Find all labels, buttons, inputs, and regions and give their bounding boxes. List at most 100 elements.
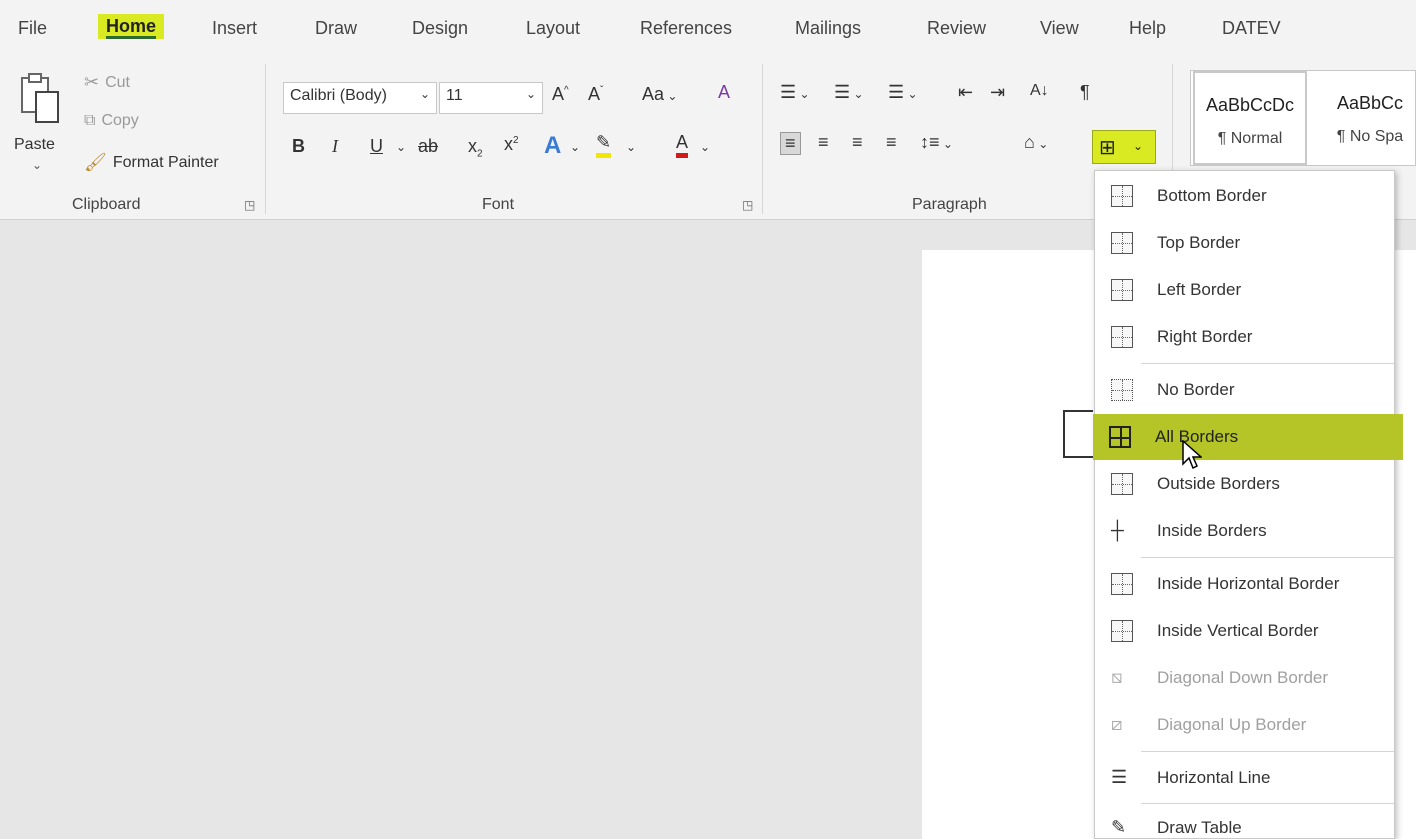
menu-separator xyxy=(1141,363,1394,364)
format-painter-button[interactable]: 🖌 Format Painter xyxy=(84,152,219,173)
bottom-border-icon xyxy=(1111,185,1133,207)
align-right-icon[interactable]: ≡ xyxy=(852,132,863,153)
menu-item-right-border[interactable]: Right Border xyxy=(1095,314,1394,360)
bullets-icon[interactable]: ☰ ⌄ xyxy=(780,82,810,103)
highlight-color-icon[interactable]: ✎ xyxy=(596,132,612,158)
clear-formatting-icon[interactable]: A xyxy=(718,82,730,103)
font-dialog-launcher-icon[interactable]: ◳ xyxy=(742,198,753,212)
shrink-font-icon[interactable]: Aˇ xyxy=(588,84,603,105)
borders-button[interactable]: ⊞ ⌄ xyxy=(1092,130,1156,164)
tab-layout[interactable]: Layout xyxy=(526,18,580,39)
multilevel-list-icon[interactable]: ☰ ⌄ xyxy=(888,82,918,103)
chevron-down-icon: ⌄ xyxy=(1133,139,1144,153)
chevron-down-icon[interactable]: ⌄ xyxy=(700,140,710,154)
inside-vertical-border-icon xyxy=(1111,620,1133,642)
menu-item-label: Draw Table xyxy=(1157,818,1242,837)
menu-item-inside-borders[interactable]: ┼ Inside Borders xyxy=(1095,508,1394,554)
menu-separator xyxy=(1141,803,1394,804)
shading-icon[interactable]: ⌂ ⌄ xyxy=(1024,132,1048,153)
tab-view[interactable]: View xyxy=(1040,18,1079,39)
inside-horizontal-border-icon xyxy=(1111,573,1133,595)
style-no-spacing[interactable]: AaBbCc ¶ No Spa xyxy=(1313,71,1416,165)
all-borders-icon xyxy=(1109,426,1131,448)
chevron-down-icon: ⌄ xyxy=(664,89,678,103)
tab-design[interactable]: Design xyxy=(412,18,468,39)
change-case-button[interactable]: Aa ⌄ xyxy=(642,84,677,105)
style-name: ¶ Normal xyxy=(1217,130,1283,147)
menu-item-left-border[interactable]: Left Border xyxy=(1095,267,1394,313)
menu-item-horizontal-line[interactable]: ☰ Horizontal Line xyxy=(1095,755,1394,801)
paste-button[interactable]: Paste ⌄ xyxy=(14,66,70,176)
menu-item-label: Left Border xyxy=(1157,280,1242,299)
font-size-dropdown[interactable]: 11 ⌄ xyxy=(439,82,543,114)
menu-item-top-border[interactable]: Top Border xyxy=(1095,220,1394,266)
cut-label: Cut xyxy=(105,73,130,91)
copy-icon: ⧉ xyxy=(84,112,96,129)
all-borders-icon: ⊞ xyxy=(1099,137,1116,159)
menu-item-label: Horizontal Line xyxy=(1157,768,1271,787)
menu-item-label: Top Border xyxy=(1157,233,1241,252)
tab-mailings[interactable]: Mailings xyxy=(795,18,861,39)
tab-file[interactable]: File xyxy=(18,18,47,39)
menu-item-diagonal-down-border[interactable]: ⧅ Diagonal Down Border xyxy=(1095,655,1394,701)
sort-icon[interactable]: A↓ xyxy=(1030,82,1049,100)
styles-gallery: AaBbCcDc ¶ Normal AaBbCc ¶ No Spa xyxy=(1190,70,1416,166)
text-effects-icon[interactable]: A xyxy=(544,132,561,160)
grow-font-icon[interactable]: A^ xyxy=(552,84,569,105)
clipboard-dialog-launcher-icon[interactable]: ◳ xyxy=(244,198,255,212)
show-formatting-marks-icon[interactable]: ¶ xyxy=(1080,82,1090,103)
menu-item-label: Bottom Border xyxy=(1157,186,1267,205)
tab-home[interactable]: Home xyxy=(98,14,165,39)
clipboard-group-label: Clipboard xyxy=(72,196,141,213)
chevron-down-icon[interactable]: ⌄ xyxy=(626,140,636,154)
italic-icon[interactable]: I xyxy=(332,136,338,157)
style-sample: AaBbCcDc xyxy=(1205,95,1295,115)
change-case-label: Aa xyxy=(642,84,665,104)
justify-icon[interactable]: ≡ xyxy=(886,132,897,153)
tab-insert[interactable]: Insert xyxy=(212,18,257,39)
group-divider xyxy=(762,64,763,214)
menu-separator xyxy=(1141,751,1394,752)
menu-item-outside-borders[interactable]: Outside Borders xyxy=(1095,461,1394,507)
borders-dropdown-menu: Bottom Border Top Border Left Border Rig… xyxy=(1093,170,1403,839)
top-border-icon xyxy=(1111,232,1133,254)
style-normal[interactable]: AaBbCcDc ¶ Normal xyxy=(1193,71,1307,165)
cut-button[interactable]: ✂ Cut xyxy=(84,72,130,93)
align-left-icon[interactable]: ≡ xyxy=(780,132,801,155)
subscript-icon[interactable]: x2 xyxy=(468,136,483,160)
line-spacing-icon[interactable]: ↕≡ ⌄ xyxy=(920,132,953,153)
menu-item-inside-vertical-border[interactable]: Inside Vertical Border xyxy=(1095,608,1394,654)
draw-table-icon: ✎ xyxy=(1111,817,1127,837)
menu-item-inside-horizontal-border[interactable]: Inside Horizontal Border xyxy=(1095,561,1394,607)
font-name-dropdown[interactable]: Calibri (Body) ⌄ xyxy=(283,82,437,114)
underline-icon[interactable]: U xyxy=(370,136,383,157)
menu-item-diagonal-up-border[interactable]: ⧄ Diagonal Up Border xyxy=(1095,702,1394,748)
bold-icon[interactable]: B xyxy=(292,136,305,157)
menu-item-label: Outside Borders xyxy=(1157,474,1280,493)
tab-references[interactable]: References xyxy=(640,18,732,39)
tab-review[interactable]: Review xyxy=(927,18,986,39)
menu-item-all-borders[interactable]: All Borders xyxy=(1093,414,1403,460)
tab-help[interactable]: Help xyxy=(1129,18,1166,39)
menu-item-draw-table[interactable]: ✎ Draw Table xyxy=(1095,805,1394,839)
tab-datev[interactable]: DATEV xyxy=(1222,18,1281,39)
copy-button[interactable]: ⧉ Copy xyxy=(84,112,139,130)
numbering-icon[interactable]: ☰ ⌄ xyxy=(834,82,864,103)
strikethrough-icon[interactable]: ab xyxy=(418,136,438,157)
diagonal-up-border-icon: ⧄ xyxy=(1111,714,1123,734)
tab-draw[interactable]: Draw xyxy=(315,18,357,39)
increase-indent-icon[interactable]: ⇥ xyxy=(990,82,1005,103)
superscript-icon[interactable]: x2 xyxy=(504,134,519,155)
outside-borders-icon xyxy=(1111,473,1133,495)
menu-item-bottom-border[interactable]: Bottom Border xyxy=(1095,173,1394,219)
decrease-indent-icon[interactable]: ⇤ xyxy=(958,82,973,103)
ribbon-tab-bar: File Home Insert Draw Design Layout Refe… xyxy=(0,0,1416,60)
align-center-icon[interactable]: ≡ xyxy=(818,132,829,153)
menu-separator xyxy=(1141,557,1394,558)
menu-item-label: Right Border xyxy=(1157,327,1253,346)
chevron-down-icon[interactable]: ⌄ xyxy=(570,140,580,154)
chevron-down-icon[interactable]: ⌄ xyxy=(396,140,406,154)
font-color-icon[interactable]: A xyxy=(676,132,689,158)
tab-active-indicator xyxy=(106,36,157,39)
menu-item-no-border[interactable]: No Border xyxy=(1095,367,1394,413)
